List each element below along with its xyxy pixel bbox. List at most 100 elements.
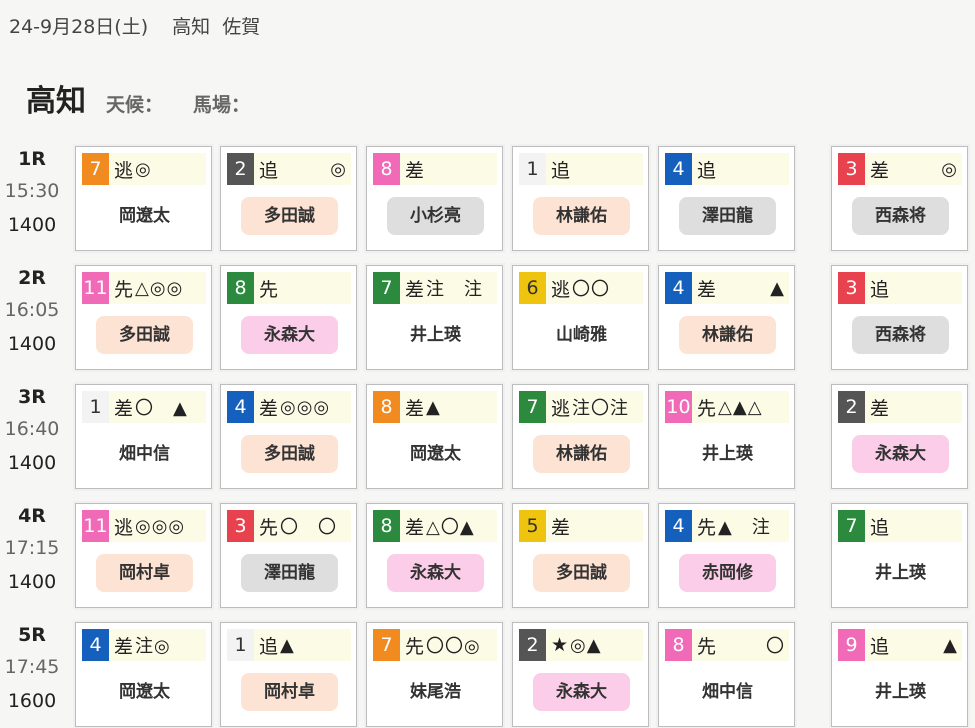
- prediction-marks: ◎: [941, 158, 958, 180]
- horse-card-header: 3追: [838, 272, 962, 304]
- running-style: 先: [405, 635, 425, 658]
- prediction-marks: 注◎: [135, 636, 171, 657]
- horse-card[interactable]: 4 追澤田龍: [658, 146, 795, 251]
- running-style: 差: [870, 159, 890, 182]
- jockey-name: 澤田龍: [241, 554, 338, 592]
- race-label: 4R 17:15 1400: [0, 503, 64, 597]
- running-style: 先: [259, 516, 279, 539]
- horse-card[interactable]: 11 先 △◎◎ 多田誠: [75, 265, 212, 370]
- jockey-name: 永森大: [533, 673, 630, 711]
- horse-card-header: 11 先 △◎◎: [82, 272, 206, 304]
- horse-number-badge: 8: [373, 510, 400, 542]
- horse-card[interactable]: 1 追林謙佑: [512, 146, 649, 251]
- horse-card[interactable]: 4 先 ▲ 注赤岡修: [658, 503, 795, 608]
- horse-number-badge: 2: [519, 629, 546, 661]
- horse-card[interactable]: 8 先 〇畑中信: [658, 622, 795, 727]
- horse-card[interactable]: 2 差永森大: [831, 384, 968, 489]
- horse-card[interactable]: 3先〇 〇澤田龍: [220, 503, 357, 608]
- horse-card-header: 8 差 ▲: [373, 391, 497, 423]
- horse-card-header: 8先: [227, 272, 351, 304]
- horse-card[interactable]: 4 差 ▲ 林謙佑: [658, 265, 795, 370]
- race-post-time: 17:45: [4, 656, 60, 678]
- prediction-marks: ▲: [280, 634, 295, 656]
- horse-number-badge: 3: [227, 510, 254, 542]
- running-style: 先: [114, 278, 134, 301]
- horse-card[interactable]: 10 先 △▲△ 井上瑛: [658, 384, 795, 489]
- prediction-marks: 〇〇◎: [426, 636, 481, 657]
- horse-card-header: 7追: [838, 510, 962, 542]
- race-post-time: 17:15: [4, 537, 60, 559]
- running-style: 差: [551, 516, 571, 539]
- horse-card[interactable]: 8 差 △〇▲ 永森大: [366, 503, 503, 608]
- horse-card[interactable]: 1差〇 ▲ 畑中信: [75, 384, 212, 489]
- jockey-name: 永森大: [387, 554, 484, 592]
- running-style: 追: [870, 635, 890, 658]
- horse-card[interactable]: 8 差 ▲ 岡遼太: [366, 384, 503, 489]
- horse-card[interactable]: 7 逃注〇注 林謙佑: [512, 384, 649, 489]
- race-number: 2R: [18, 267, 46, 289]
- track-link-kochi[interactable]: 高知: [172, 16, 210, 38]
- race-post-time: 15:30: [4, 180, 60, 202]
- race-number: 3R: [18, 386, 46, 408]
- running-style: 逃: [114, 516, 134, 539]
- jockey-name: 畑中信: [119, 444, 170, 464]
- horse-card[interactable]: 3 差 ◎ 西森将: [831, 146, 968, 251]
- horse-card-header: 4 差 ◎◎◎: [227, 391, 351, 423]
- going-label: 馬場：: [193, 94, 251, 116]
- horse-card[interactable]: 8 先永森大: [220, 265, 357, 370]
- prediction-marks: 〇 ▲: [135, 398, 188, 419]
- running-style: 先: [697, 397, 717, 420]
- horse-card-header: 1差〇 ▲: [82, 391, 206, 423]
- horse-number-badge: 7: [82, 153, 109, 185]
- prediction-marks: 注 注: [426, 279, 484, 300]
- jockey-name: 多田誠: [241, 435, 338, 473]
- horse-number-badge: 11: [82, 272, 109, 304]
- horse-card[interactable]: 2 ★ ◎▲ 永森大: [512, 622, 649, 727]
- horse-card[interactable]: 3 追西森将: [831, 265, 968, 370]
- jockey-name: 岡村卓: [241, 673, 338, 711]
- horse-card[interactable]: 7 逃 ◎ 岡遼太: [75, 146, 212, 251]
- horse-number-badge: 7: [519, 391, 546, 423]
- running-style: 逃: [551, 397, 571, 420]
- running-style: 差: [405, 516, 425, 539]
- horse-card-header: 8 差 △〇▲: [373, 510, 497, 542]
- horse-card[interactable]: 2 追 ◎ 多田誠: [220, 146, 357, 251]
- horse-card-header: 3先〇 〇: [227, 510, 351, 542]
- track-link-saga[interactable]: 佐賀: [222, 16, 260, 38]
- horse-number-badge: 1: [227, 629, 254, 661]
- horse-card[interactable]: 8 差小杉亮: [366, 146, 503, 251]
- horse-number-badge: 4: [665, 272, 692, 304]
- horse-card[interactable]: 6 逃〇〇 山崎雅: [512, 265, 649, 370]
- horse-card-header: 6 逃〇〇: [519, 272, 643, 304]
- jockey-name: 多田誠: [96, 316, 193, 354]
- horse-number-badge: 8: [665, 629, 692, 661]
- horse-card[interactable]: 7 追井上瑛: [831, 503, 968, 608]
- horse-card[interactable]: 7差注 注井上瑛: [366, 265, 503, 370]
- horse-number-badge: 4: [82, 629, 109, 661]
- jockey-name: 澤田龍: [679, 197, 776, 235]
- horse-card[interactable]: 4 差 ◎◎◎ 多田誠: [220, 384, 357, 489]
- horse-card[interactable]: 5 差多田誠: [512, 503, 649, 608]
- horse-card-header: 7差注 注: [373, 272, 497, 304]
- race-date: 24-9月28日(土): [9, 16, 149, 38]
- jockey-name: 多田誠: [533, 554, 630, 592]
- horse-card-header: 11 逃 ◎◎◎: [82, 510, 206, 542]
- jockey-name: 岡村卓: [96, 554, 193, 592]
- horse-card[interactable]: 9 追 ▲ 井上瑛: [831, 622, 968, 727]
- horse-card-header: 4 差注◎: [82, 629, 206, 661]
- running-style: 差: [259, 397, 279, 420]
- horse-number-badge: 5: [519, 510, 546, 542]
- horse-number-badge: 7: [373, 272, 400, 304]
- horse-card[interactable]: 11 逃 ◎◎◎ 岡村卓: [75, 503, 212, 608]
- horse-number-badge: 4: [227, 391, 254, 423]
- horse-card-header: 3 差 ◎: [838, 153, 962, 185]
- horse-card-header: 2差: [838, 391, 962, 423]
- race-number: 4R: [18, 505, 46, 527]
- horse-card[interactable]: 7 先〇〇◎ 妹尾浩: [366, 622, 503, 727]
- horse-card[interactable]: 1 追 ▲ 岡村卓: [220, 622, 357, 727]
- horse-card[interactable]: 4 差注◎ 岡遼太: [75, 622, 212, 727]
- jockey-name: 岡遼太: [410, 444, 461, 464]
- horse-number-badge: 8: [227, 272, 254, 304]
- jockey-name: 井上瑛: [702, 444, 753, 464]
- horse-number-badge: 10: [665, 391, 692, 423]
